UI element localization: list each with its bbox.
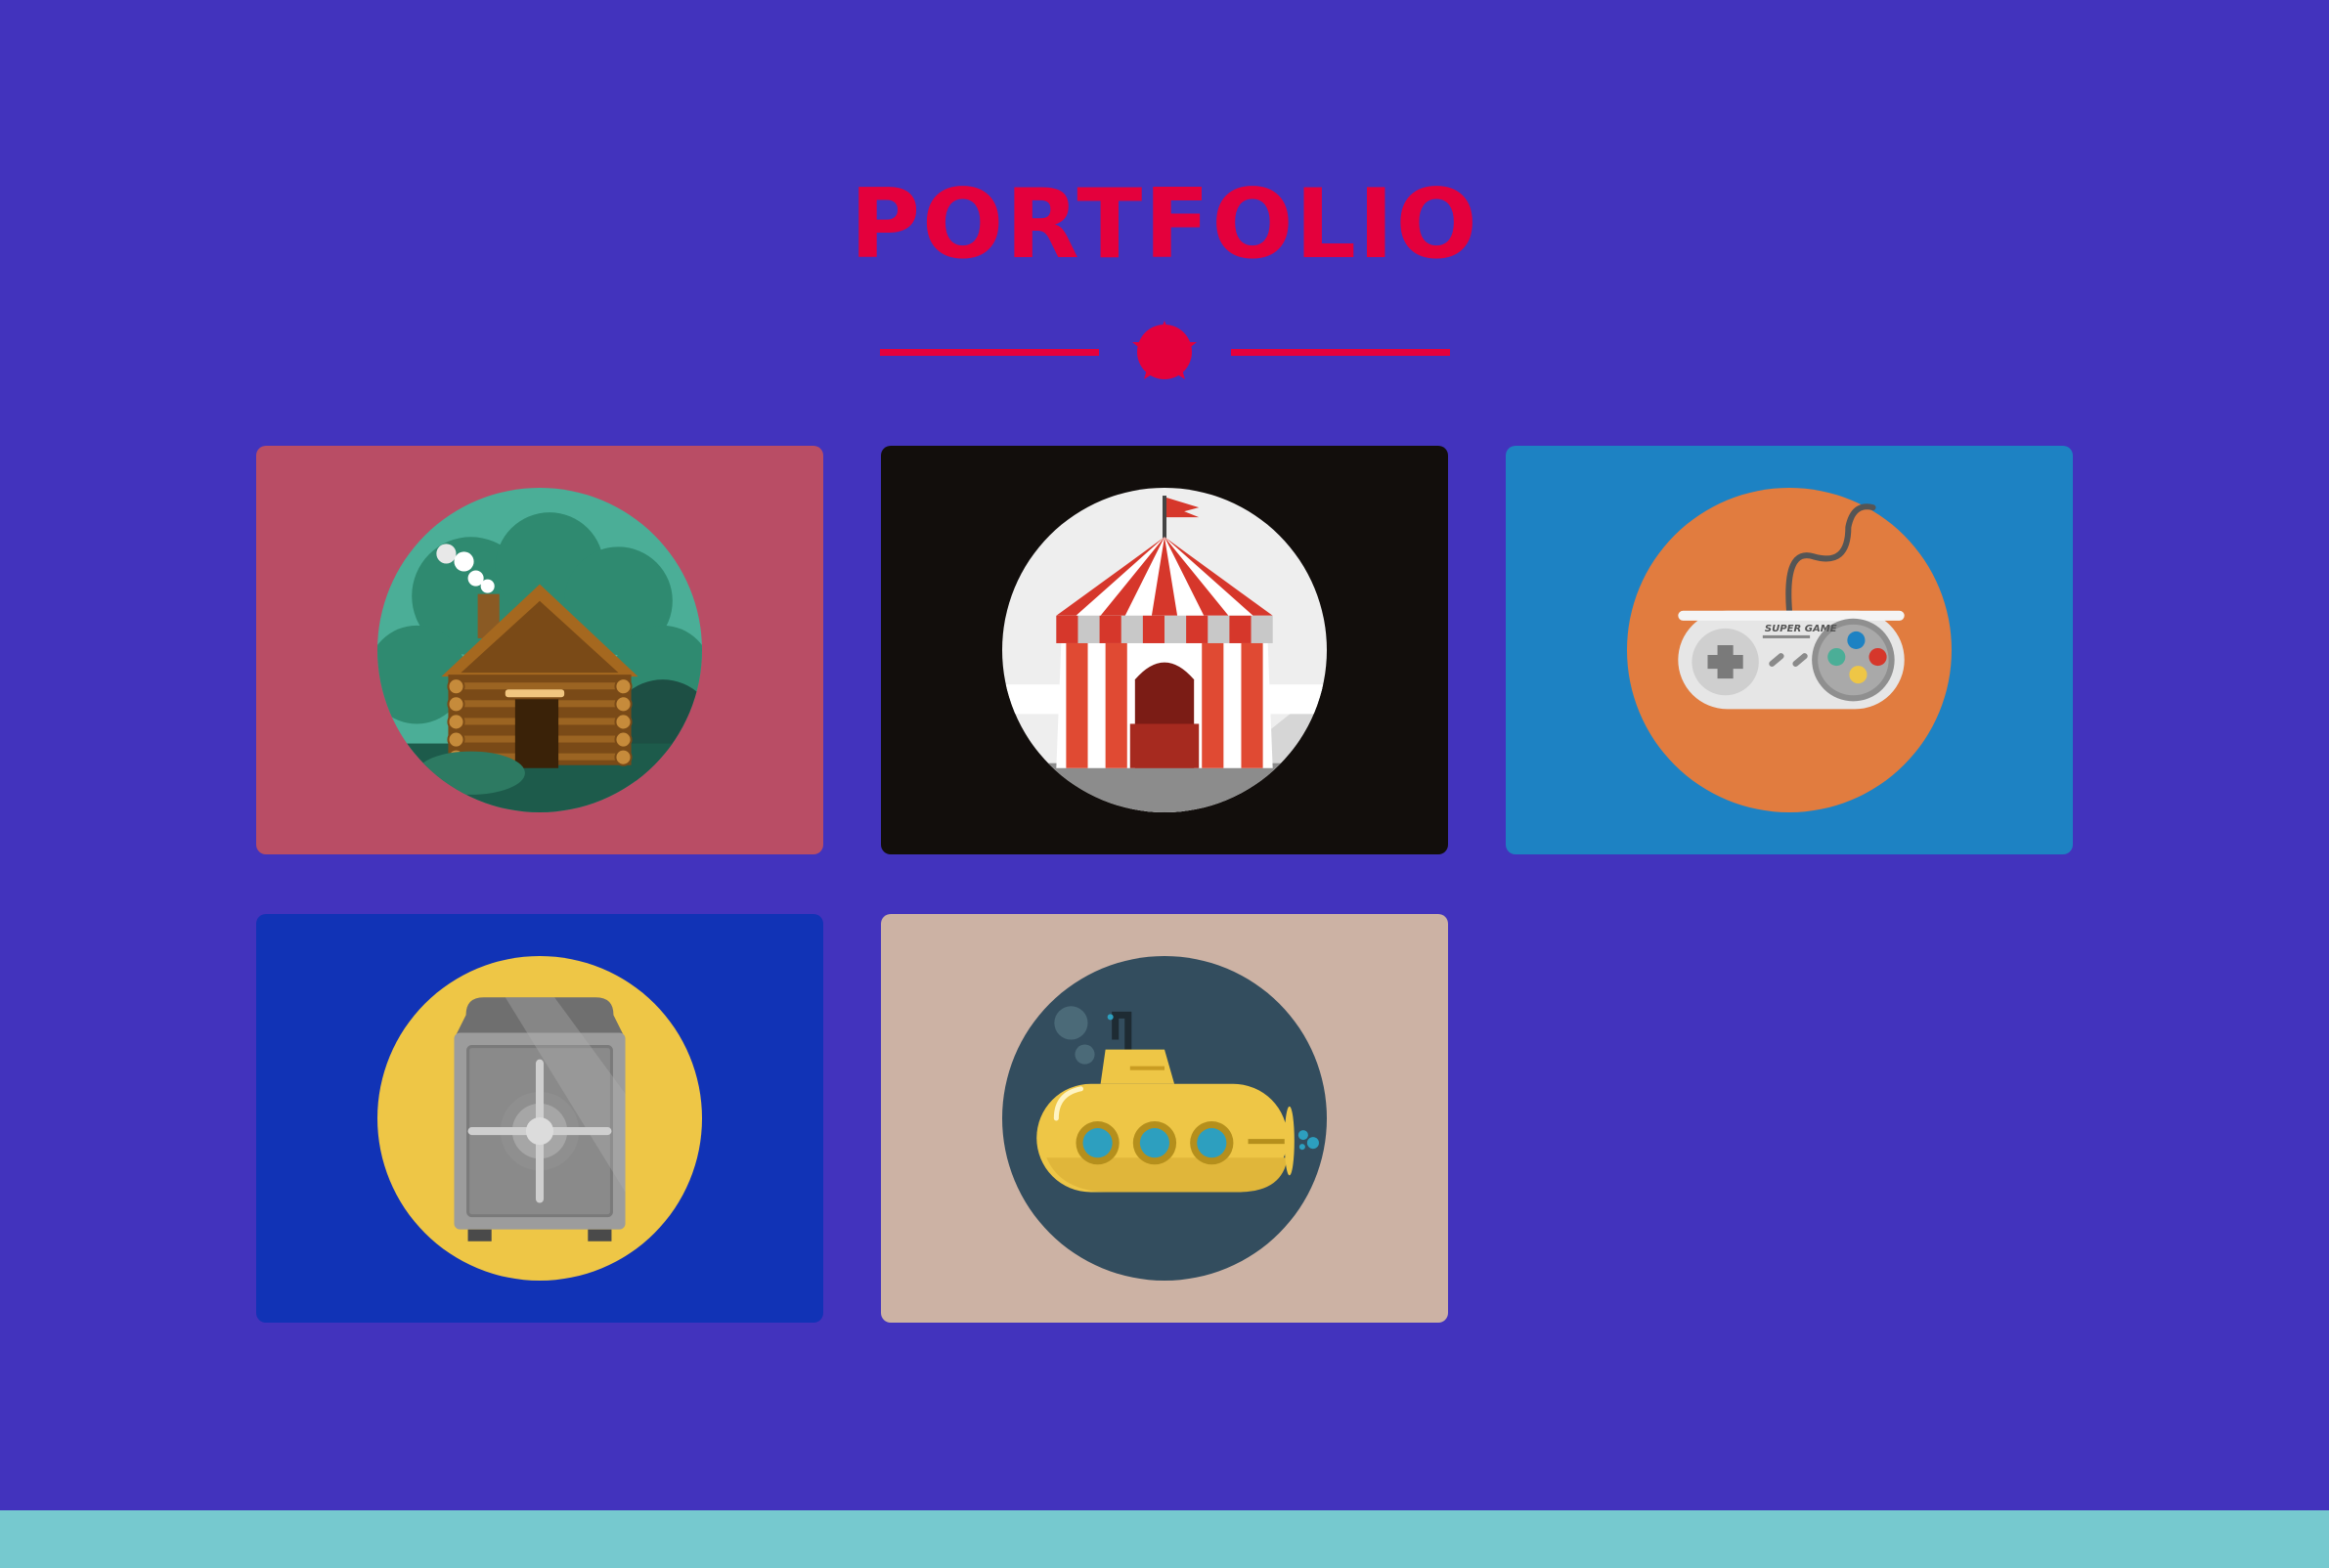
submarine-icon — [1002, 956, 1327, 1281]
portfolio-item-submarine[interactable] — [881, 914, 1448, 1323]
footer-bar — [0, 1510, 2329, 1568]
page-title: PORTFOLIO — [850, 169, 1479, 281]
star-icon — [1132, 321, 1197, 379]
circus-tent-icon — [1002, 488, 1327, 812]
controller-label: SUPER GAME — [1765, 624, 1837, 634]
log-cabin-icon — [377, 488, 702, 812]
portfolio-item-safe[interactable] — [256, 914, 823, 1323]
title-divider — [880, 321, 1450, 379]
safe-icon — [377, 956, 702, 1281]
game-controller-icon: SUPER GAME — [1627, 488, 1952, 812]
portfolio-item-game-controller[interactable]: SUPER GAME — [1506, 446, 2073, 854]
portfolio-item-log-cabin[interactable] — [256, 446, 823, 854]
portfolio-item-circus-tent[interactable] — [881, 446, 1448, 854]
